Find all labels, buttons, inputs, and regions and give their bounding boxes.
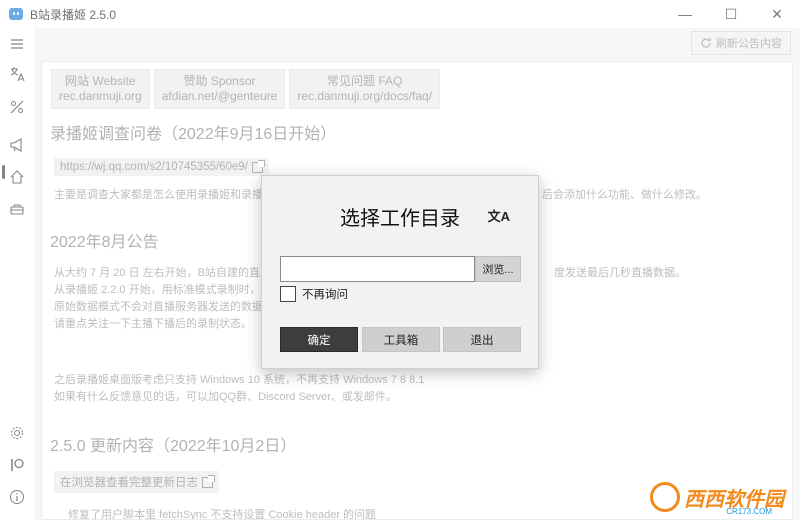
- language-switch-icon[interactable]: 文A: [488, 206, 510, 225]
- watermark-url: CR173.COM: [726, 507, 772, 516]
- dont-ask-label: 不再询问: [302, 289, 348, 301]
- dont-ask-row[interactable]: 不再询问: [280, 286, 348, 302]
- toolbox-button[interactable]: 工具箱: [362, 327, 440, 352]
- work-dir-input[interactable]: [280, 256, 475, 282]
- browse-button[interactable]: 浏览...: [475, 256, 521, 282]
- watermark-logo-icon: [650, 482, 680, 512]
- select-work-dir-dialog: 选择工作目录 文A 浏览... 不再询问 确定 工具箱 退出: [261, 175, 539, 369]
- exit-button[interactable]: 退出: [443, 327, 521, 352]
- confirm-button[interactable]: 确定: [280, 327, 358, 352]
- dont-ask-checkbox[interactable]: [280, 286, 296, 302]
